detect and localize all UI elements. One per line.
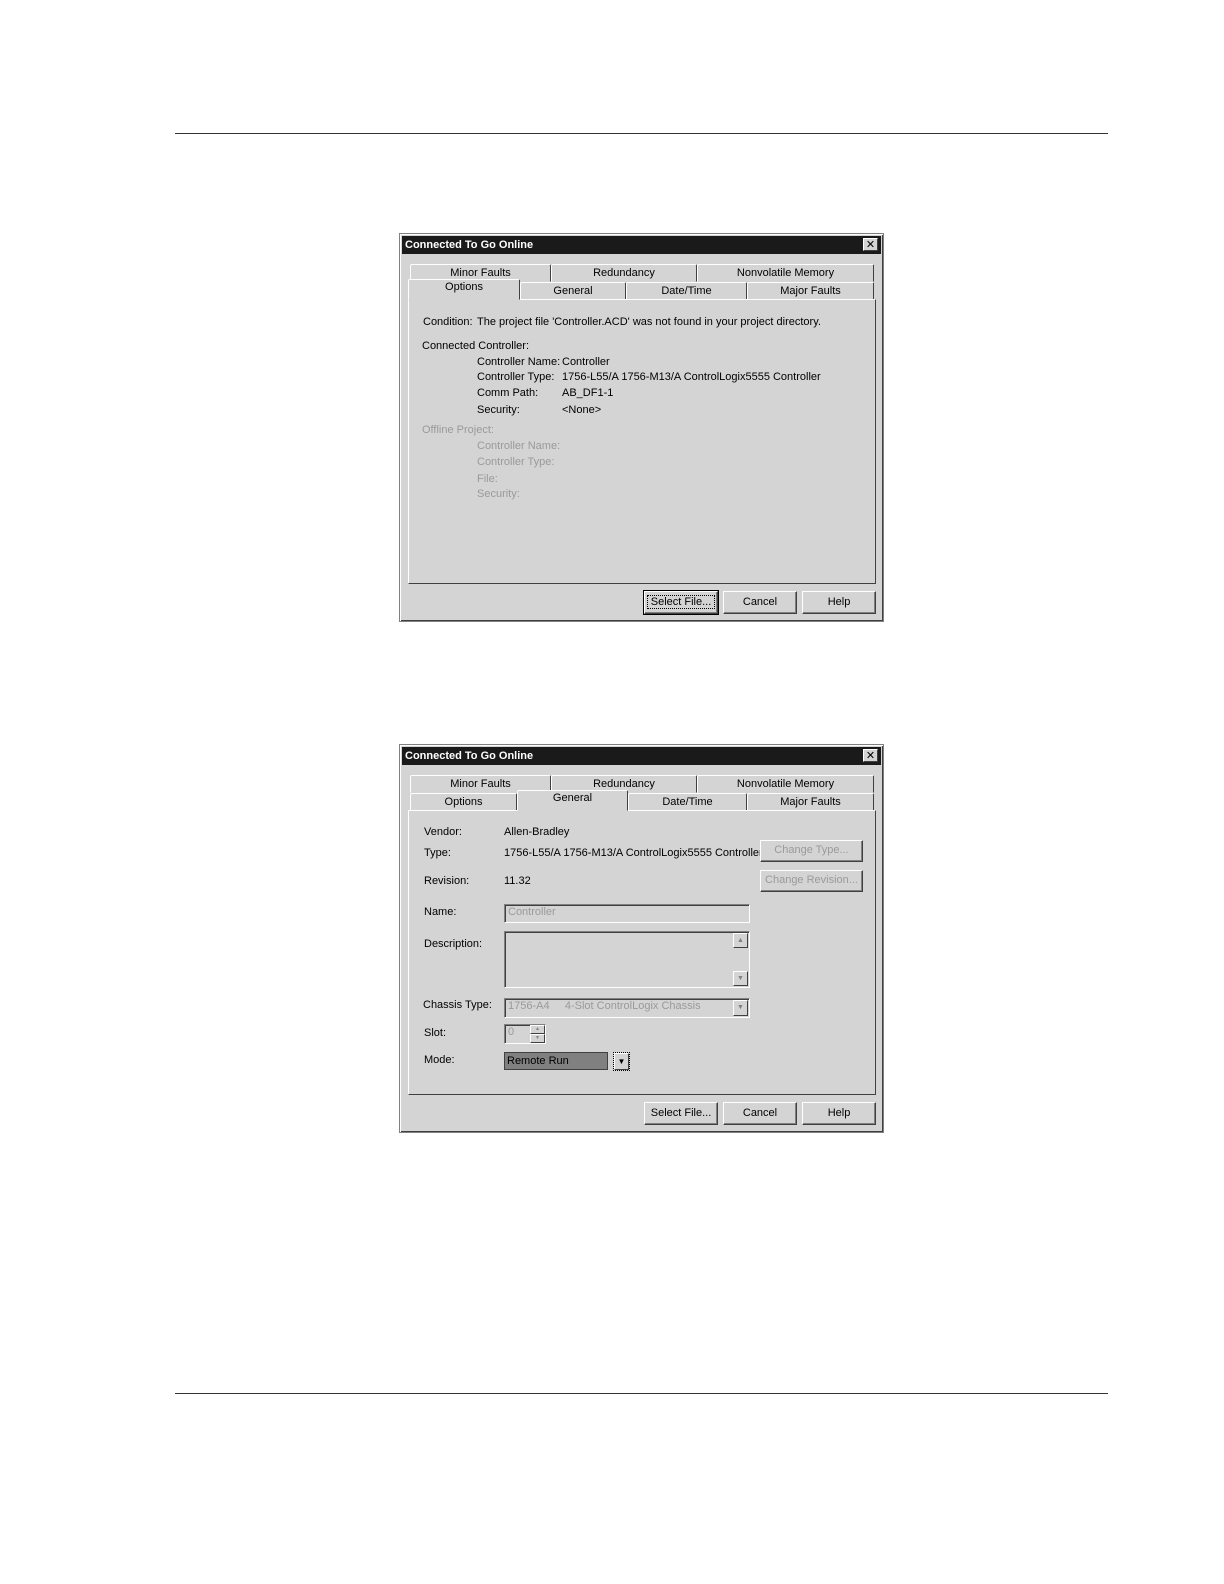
connected-to-go-online-dialog-options: Connected To Go Online ✕ Minor Faults Re… [399, 233, 884, 622]
offline-project-heading: Offline Project: [422, 424, 494, 436]
chassis-type-select[interactable]: 1756-A4 4-Slot ControlLogix Chassis [504, 998, 750, 1018]
slot-label: Slot: [424, 1027, 447, 1039]
dialog-title: Connected To Go Online [405, 750, 534, 762]
scroll-up-icon[interactable]: ▲ [733, 933, 748, 948]
type-value: 1756-L55/A 1756-M13/A ControlLogix5555 C… [504, 847, 763, 859]
comm-path-label: Comm Path: [477, 387, 539, 399]
help-button[interactable]: Help [802, 591, 876, 614]
cancel-button[interactable]: Cancel [723, 1102, 797, 1125]
cancel-button[interactable]: Cancel [723, 591, 797, 614]
chevron-down-icon[interactable]: ▼ [733, 1000, 748, 1016]
connected-controller-heading: Connected Controller: [422, 340, 530, 352]
stepper-down-icon[interactable]: ▼ [530, 1034, 545, 1043]
condition-label: Condition: [423, 316, 473, 328]
tab-nonvolatile-memory[interactable]: Nonvolatile Memory [697, 264, 874, 282]
offline-security-label: Security: [477, 488, 520, 500]
controller-name-label: Controller Name: [477, 356, 561, 368]
description-label: Description: [424, 938, 483, 950]
change-revision-button[interactable]: Change Revision... [760, 870, 863, 892]
page-top-rule [175, 133, 1108, 134]
offline-controller-name-label: Controller Name: [477, 440, 561, 452]
comm-path-value: AB_DF1-1 [562, 387, 614, 399]
vendor-label: Vendor: [424, 826, 462, 838]
close-icon[interactable]: ✕ [863, 238, 878, 251]
name-input[interactable]: Controller [504, 904, 750, 923]
controller-type-value: 1756-L55/A 1756-M13/A ControlLogix5555 C… [562, 371, 821, 383]
name-label: Name: [424, 906, 457, 918]
close-icon[interactable]: ✕ [863, 749, 878, 762]
tab-options[interactable]: Options [408, 279, 520, 300]
select-file-button[interactable]: Select File... [644, 1102, 718, 1125]
revision-value: 11.32 [504, 875, 531, 887]
revision-label: Revision: [424, 875, 470, 887]
change-type-button[interactable]: Change Type... [760, 840, 863, 862]
tab-options[interactable]: Options [410, 793, 517, 811]
connected-to-go-online-dialog-general: Connected To Go Online ✕ Minor Faults Re… [399, 744, 884, 1133]
help-button[interactable]: Help [802, 1102, 876, 1125]
controller-name-value: Controller [562, 356, 610, 368]
tab-general[interactable]: General [520, 282, 626, 300]
offline-controller-type-label: Controller Type: [477, 456, 555, 468]
page-bottom-rule [175, 1393, 1108, 1394]
offline-file-label: File: [477, 473, 498, 485]
tab-date-time[interactable]: Date/Time [628, 793, 747, 811]
vendor-value: Allen-Bradley [504, 826, 570, 838]
security-label: Security: [477, 404, 520, 416]
condition-text: The project file 'Controller.ACD' was no… [477, 316, 821, 328]
controller-type-label: Controller Type: [477, 371, 555, 383]
select-file-label: Select File... [646, 595, 716, 609]
general-tab-panel: Vendor: Allen-Bradley Type: 1756-L55/A 1… [408, 810, 876, 1095]
tab-general[interactable]: General [517, 790, 628, 811]
stepper-up-icon[interactable]: ▲ [530, 1025, 545, 1034]
mode-dropdown-icon[interactable]: ▼ [613, 1052, 630, 1071]
select-file-button[interactable]: Select File... [643, 590, 719, 615]
description-textarea[interactable] [504, 931, 750, 988]
tab-redundancy[interactable]: Redundancy [551, 264, 697, 282]
tab-nonvolatile-memory[interactable]: Nonvolatile Memory [697, 775, 874, 793]
chassis-type-label: Chassis Type: [423, 999, 492, 1011]
scroll-down-icon[interactable]: ▼ [733, 971, 748, 986]
options-tab-panel: Condition: The project file 'Controller.… [408, 299, 876, 584]
tab-date-time[interactable]: Date/Time [626, 282, 747, 300]
mode-select[interactable]: Remote Run [504, 1052, 608, 1070]
type-label: Type: [424, 847, 451, 859]
dialog-title: Connected To Go Online [405, 239, 534, 251]
tab-major-faults[interactable]: Major Faults [747, 282, 874, 300]
dialog-title-bar[interactable]: Connected To Go Online ✕ [402, 747, 881, 765]
tab-major-faults[interactable]: Major Faults [747, 793, 874, 811]
dialog-title-bar[interactable]: Connected To Go Online ✕ [402, 236, 881, 254]
security-value: <None> [562, 404, 602, 416]
mode-label: Mode: [424, 1054, 455, 1066]
